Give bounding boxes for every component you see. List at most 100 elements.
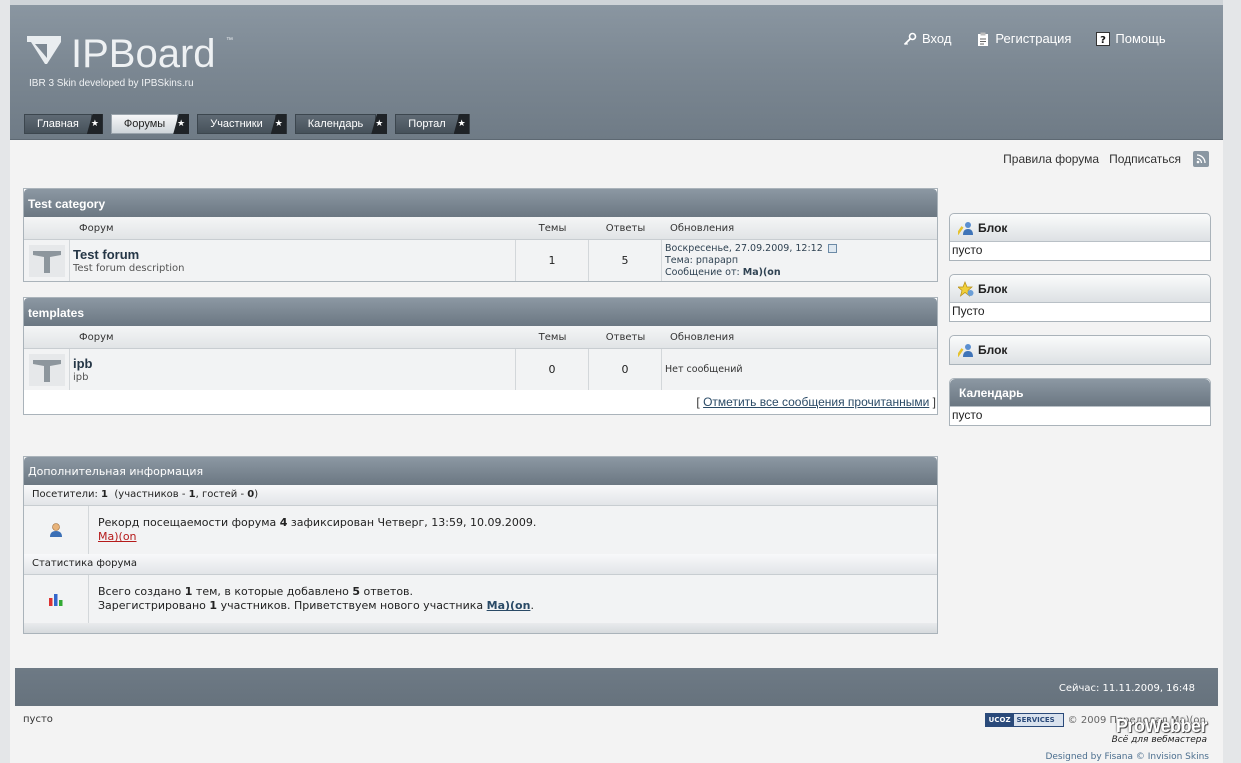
mark-all-read: [ Отметить все сообщения прочитанными ] — [24, 390, 937, 414]
stats-text-2c: . — [530, 599, 534, 612]
main-nav: Главная ★ Форумы ★ Участники ★ Календарь ★ П… — [24, 114, 478, 134]
mark-all-read-link[interactable]: Отметить все сообщения прочитанными — [703, 395, 929, 409]
tab-calendar[interactable]: Календарь ★ — [294, 114, 388, 134]
record-user-link[interactable]: Ma)(on — [98, 530, 137, 543]
block-body: Пусто — [952, 304, 985, 318]
sidebar-block: Блок — [949, 335, 1211, 365]
logo-title: IPBoard — [71, 32, 216, 76]
rss-icon[interactable] — [1193, 151, 1209, 167]
forum-rules-link[interactable]: Правила форума — [1003, 152, 1099, 166]
block-title[interactable]: Блок — [950, 336, 1210, 364]
col-topics: Темы — [538, 331, 567, 343]
record-text-2: зафиксирован Четверг, 13:59, 10.09.2009. — [290, 516, 537, 529]
stats-text-2b: участников. Приветствуем нового участник… — [220, 599, 484, 612]
forum-replies-count: 0 — [589, 349, 662, 390]
stats-text-1c: ответов. — [363, 585, 414, 598]
sidebar: Блок пусто Блок Пусто Блок Календарь пус… — [949, 213, 1211, 439]
forum-info: Test forum Test forum description — [70, 240, 516, 281]
logo-subtitle: IBR 3 Skin developed by IPBSkins.ru — [29, 78, 194, 89]
footer-left-text: пусто — [23, 714, 53, 725]
block-title[interactable]: Блок — [950, 275, 1210, 303]
stats-row: Всего создано 1 тем, в которые добавлено… — [24, 575, 937, 623]
tab-forums[interactable]: Форумы ★ — [110, 114, 190, 134]
star-icon — [958, 280, 974, 297]
record-row: Рекорд посещаемости форума 4 зафиксирова… — [24, 506, 937, 554]
bracket-close: ] — [932, 395, 936, 409]
category: templates Форум Темы Ответы Обновления i… — [23, 297, 938, 415]
info-title[interactable]: Дополнительная информация — [24, 457, 937, 485]
last-author-label: Сообщение от: — [665, 266, 740, 278]
last-post-icon[interactable] — [827, 243, 837, 253]
register-label: Регистрация — [995, 31, 1072, 46]
stats-text-1a: Всего создано — [98, 585, 182, 598]
forum-topics-count: 1 — [516, 240, 589, 281]
help-icon: ? — [1096, 31, 1111, 46]
block-title-text: Блок — [978, 220, 1008, 235]
last-topic-link[interactable]: рпарарп — [696, 255, 738, 266]
bracket-open: [ — [696, 395, 700, 409]
col-forum: Форум — [79, 331, 114, 343]
category-title[interactable]: templates — [24, 298, 937, 326]
tab-members[interactable]: Участники ★ — [197, 114, 287, 134]
clipboard-icon — [976, 32, 990, 46]
block-title[interactable]: Блок — [950, 214, 1210, 242]
col-replies: Ответы — [605, 331, 646, 343]
info-footer — [24, 623, 937, 633]
tab-home-label: Главная — [24, 114, 92, 134]
stats-text-2a: Зарегистрировано — [98, 599, 206, 612]
newest-member-link[interactable]: Ma)(on — [487, 599, 531, 612]
col-updates: Обновления — [670, 222, 735, 234]
user-edit-icon — [958, 220, 974, 236]
logo[interactable]: IPBoard ™ IBR 3 Skin developed by IPBSki… — [27, 32, 237, 92]
last-topic-label: Тема: — [665, 254, 693, 266]
login-label: Вход — [922, 31, 952, 46]
prowebber-subtitle: Всё для вебмастера — [1111, 735, 1207, 745]
tab-portal[interactable]: Портал ★ — [395, 114, 470, 134]
user-edit-icon — [958, 342, 974, 358]
current-time: Сейчас: 11.11.2009, 16:48 — [1058, 683, 1195, 694]
ucoz-badge[interactable]: UCOZ SERVICES — [984, 713, 1064, 727]
record-text-1: Рекорд посещаемости форума — [98, 516, 277, 529]
user-icon — [24, 506, 89, 554]
forum-link[interactable]: Test forum — [73, 247, 139, 262]
sidebar-block: Блок пусто — [949, 213, 1211, 261]
sidebar-block: Блок Пусто — [949, 274, 1211, 322]
forum-info: ipb ipb — [70, 349, 516, 390]
col-replies: Ответы — [605, 222, 646, 234]
forum-topics-count: 0 — [516, 349, 589, 390]
forum-replies-count: 5 — [589, 240, 662, 281]
calendar-title[interactable]: Календарь — [950, 379, 1210, 407]
col-topics: Темы — [538, 222, 567, 234]
help-label: Помощь — [1115, 31, 1166, 46]
header: IPBoard ™ IBR 3 Skin developed by IPBSki… — [10, 5, 1223, 140]
stats-title: Статистика форума — [24, 554, 937, 575]
tab-portal-label: Портал — [395, 114, 459, 134]
col-updates: Обновления — [670, 331, 735, 343]
svg-text:?: ? — [1101, 35, 1107, 46]
login-link[interactable]: Вход — [903, 31, 951, 46]
guests-label: , гостей - — [195, 489, 245, 500]
last-post-date: Воскресенье, 27.09.2009, 12:12 — [665, 242, 823, 254]
register-link[interactable]: Регистрация — [976, 31, 1071, 46]
prowebber-logo[interactable]: ProWebber Всё для вебмастера — [1111, 716, 1208, 745]
block-title-text: Блок — [978, 343, 1008, 357]
forum-status-icon — [24, 349, 70, 390]
subscribe-link[interactable]: Подписаться — [1109, 152, 1181, 166]
additional-info: Дополнительная информация Посетители: 1 … — [23, 456, 938, 634]
tab-members-label: Участники — [197, 114, 276, 134]
last-author-link[interactable]: Ma)(on — [743, 267, 781, 278]
no-posts-text: Нет сообщений — [665, 364, 743, 375]
column-headers: Форум Темы Ответы Обновления — [24, 217, 937, 240]
help-link[interactable]: ? Помощь — [1096, 31, 1166, 46]
last-post: Воскресенье, 27.09.2009, 12:12 Тема: рпа… — [662, 240, 937, 281]
calendar-body: пусто — [952, 408, 983, 422]
page: IPBoard ™ IBR 3 Skin developed by IPBSki… — [10, 0, 1223, 763]
forum-link[interactable]: ipb — [73, 356, 93, 371]
visitors-close: ) — [254, 489, 259, 500]
category-title[interactable]: Test category — [24, 189, 937, 217]
bar-chart-icon — [24, 575, 89, 623]
members-count: 1 — [188, 489, 196, 500]
footer-bar: Сейчас: 11.11.2009, 16:48 — [15, 668, 1218, 706]
tab-home[interactable]: Главная ★ — [24, 114, 103, 134]
visitors-bar: Посетители: 1 (участников - 1, гостей - … — [24, 485, 937, 506]
